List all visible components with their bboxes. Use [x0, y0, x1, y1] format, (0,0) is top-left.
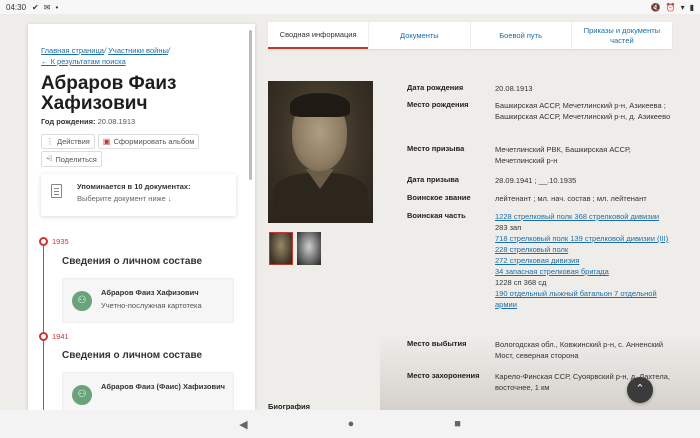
timeline-year: 1935	[52, 237, 69, 246]
status-time: 04:30	[6, 2, 27, 12]
make-album-label: Сформировать альбом	[113, 137, 195, 146]
timeline-section-title: Сведения о личном составе	[62, 256, 203, 267]
actions-label: Действия	[57, 137, 90, 146]
detail-value-unit-list: 1228 стрелковый полк 368 стрелковой диви…	[495, 211, 677, 310]
timeline-year: 1941	[52, 332, 69, 341]
card-person-name: Абраров Фаиз (Фаис) Хафизович	[101, 382, 226, 391]
status-bar: 04:30 ✔ ✉ • 🔇 ⏰ ▾ ▮	[0, 0, 700, 14]
timeline-section-title: Сведения о личном составе	[62, 350, 203, 361]
detail-value: Мечетлинский РВК, Башкирская АССР, Мечет…	[495, 145, 631, 165]
detail-value: 28.09.1941 ; __.10.1935	[495, 176, 577, 185]
timeline-line	[43, 242, 44, 410]
person-avatar-icon: ⚇	[72, 385, 92, 405]
recents-nav-icon[interactable]: ■	[454, 418, 461, 430]
alarm-icon: ⏰	[665, 2, 676, 12]
page-content: Главная страница/ Участники войны/ ← К р…	[0, 14, 700, 410]
breadcrumb-participants-link[interactable]: Участники войны	[108, 46, 168, 55]
person-summary-card: Главная страница/ Участники войны/ ← К р…	[28, 24, 255, 410]
tab-documents[interactable]: Документы	[368, 22, 469, 49]
unit-link[interactable]: 718 стрелковый полк 139 стрелковой дивиз…	[495, 233, 677, 244]
unit-link[interactable]: 228 стрелковый полк	[495, 244, 677, 255]
card-document-type: Учетно-послужная картотека	[101, 301, 202, 310]
birth-year: Год рождения: 20.08.1913	[41, 117, 135, 126]
unit-text: 1228 сп 368 сд	[495, 278, 547, 287]
portrait-photo[interactable]	[268, 81, 373, 223]
detail-value: Башкирская АССР, Мечетлинский р-н, Азике…	[495, 101, 671, 121]
timeline-document-card[interactable]: ⚇ Абраров Фаиз (Фаис) Хафизович	[62, 372, 234, 410]
scroll-up-button[interactable]: ⌃	[627, 377, 653, 403]
detail-label: Дата рождения	[407, 83, 464, 92]
timeline-document-card[interactable]: ⚇ Абраров Фаиз Хафизович Учетно-послужна…	[62, 278, 234, 323]
breadcrumb: Главная страница/ Участники войны/	[41, 46, 170, 55]
scrollbar[interactable]	[249, 30, 252, 180]
check-icon: ✔	[32, 2, 39, 12]
person-name: Абраров Фаиз Хафизович	[41, 73, 177, 114]
unit-text: 283 зап	[495, 223, 522, 232]
share-icon: ⩤	[46, 154, 53, 163]
back-to-results-link[interactable]: ← К результатам поиска	[41, 57, 126, 66]
share-label: Поделиться	[55, 154, 97, 164]
breadcrumb-home-link[interactable]: Главная страница	[41, 46, 104, 55]
unit-link[interactable]: 190 отдельный лыжный батальон 7 отдельно…	[495, 288, 677, 310]
tab-summary[interactable]: Сводная информация	[268, 22, 369, 49]
photo-thumbnail[interactable]	[297, 232, 321, 265]
home-nav-icon[interactable]: ●	[348, 418, 355, 430]
action-buttons: ⋮ Действия ▣ Сформировать альбом	[41, 134, 200, 149]
timeline-dot	[39, 237, 48, 246]
detail-value: 20.08.1913	[495, 84, 533, 93]
detail-label: Место захоронения	[407, 371, 480, 380]
back-to-results-label: ← К результатам поиска	[41, 57, 126, 66]
detail-label: Дата призыва	[407, 175, 459, 184]
mentions-title: Упоминается в 10 документах:	[77, 182, 191, 191]
tab-orders[interactable]: Приказы и документы частей	[570, 22, 672, 49]
system-nav-bar: ◀ ● ■	[0, 410, 700, 438]
back-nav-icon[interactable]: ◀	[239, 418, 247, 431]
timeline-dot	[39, 332, 48, 341]
mute-icon: 🔇	[650, 2, 661, 12]
detail-value: Вологодская обл., Ковжинский р-н, с. Анн…	[495, 340, 664, 360]
birth-year-label: Год рождения:	[41, 117, 96, 126]
share-button[interactable]: ⩤ Поделиться	[41, 151, 102, 167]
unit-link[interactable]: 1228 стрелковый полк 368 стрелковой диви…	[495, 211, 677, 222]
photo-thumbnail[interactable]	[269, 232, 293, 265]
biography-heading: Биография	[268, 402, 311, 410]
dot-icon: •	[55, 2, 59, 12]
battery-icon: ▮	[689, 2, 694, 12]
tab-combat-path[interactable]: Боевой путь	[469, 22, 571, 49]
tab-bar: Сводная информация Документы Боевой путь…	[268, 22, 672, 49]
dots-icon: ⋮	[46, 137, 54, 146]
actions-button[interactable]: ⋮ Действия	[41, 134, 95, 149]
unit-link[interactable]: 34 запасная стрелковая бригада	[495, 266, 677, 277]
detail-label: Воинская часть	[407, 211, 466, 220]
document-icon	[51, 184, 62, 198]
person-avatar-icon: ⚇	[72, 291, 92, 311]
card-person-name: Абраров Фаиз Хафизович	[101, 288, 199, 297]
mentions-box: Упоминается в 10 документах: Выберите до…	[41, 174, 236, 216]
detail-label: Место выбытия	[407, 339, 467, 348]
make-album-button[interactable]: ▣ Сформировать альбом	[97, 134, 200, 149]
birth-year-value: 20.08.1913	[97, 117, 136, 126]
mail-icon: ✉	[43, 2, 51, 12]
detail-value: лейтенант ; мл. нач. состав ; мл. лейтен…	[495, 194, 647, 203]
detail-label: Воинское звание	[407, 193, 471, 202]
chevron-up-icon: ⌃	[635, 383, 645, 395]
unit-link[interactable]: 272 стрелковая дивизия	[495, 255, 677, 266]
album-icon: ▣	[102, 137, 111, 146]
detail-label: Место рождения	[407, 100, 469, 109]
mentions-subtitle: Выберите документ ниже ↓	[77, 194, 172, 203]
share-button-wrap: ⩤ Поделиться	[41, 148, 102, 167]
detail-label: Место призыва	[407, 144, 465, 153]
wifi-icon: ▾	[680, 2, 685, 12]
